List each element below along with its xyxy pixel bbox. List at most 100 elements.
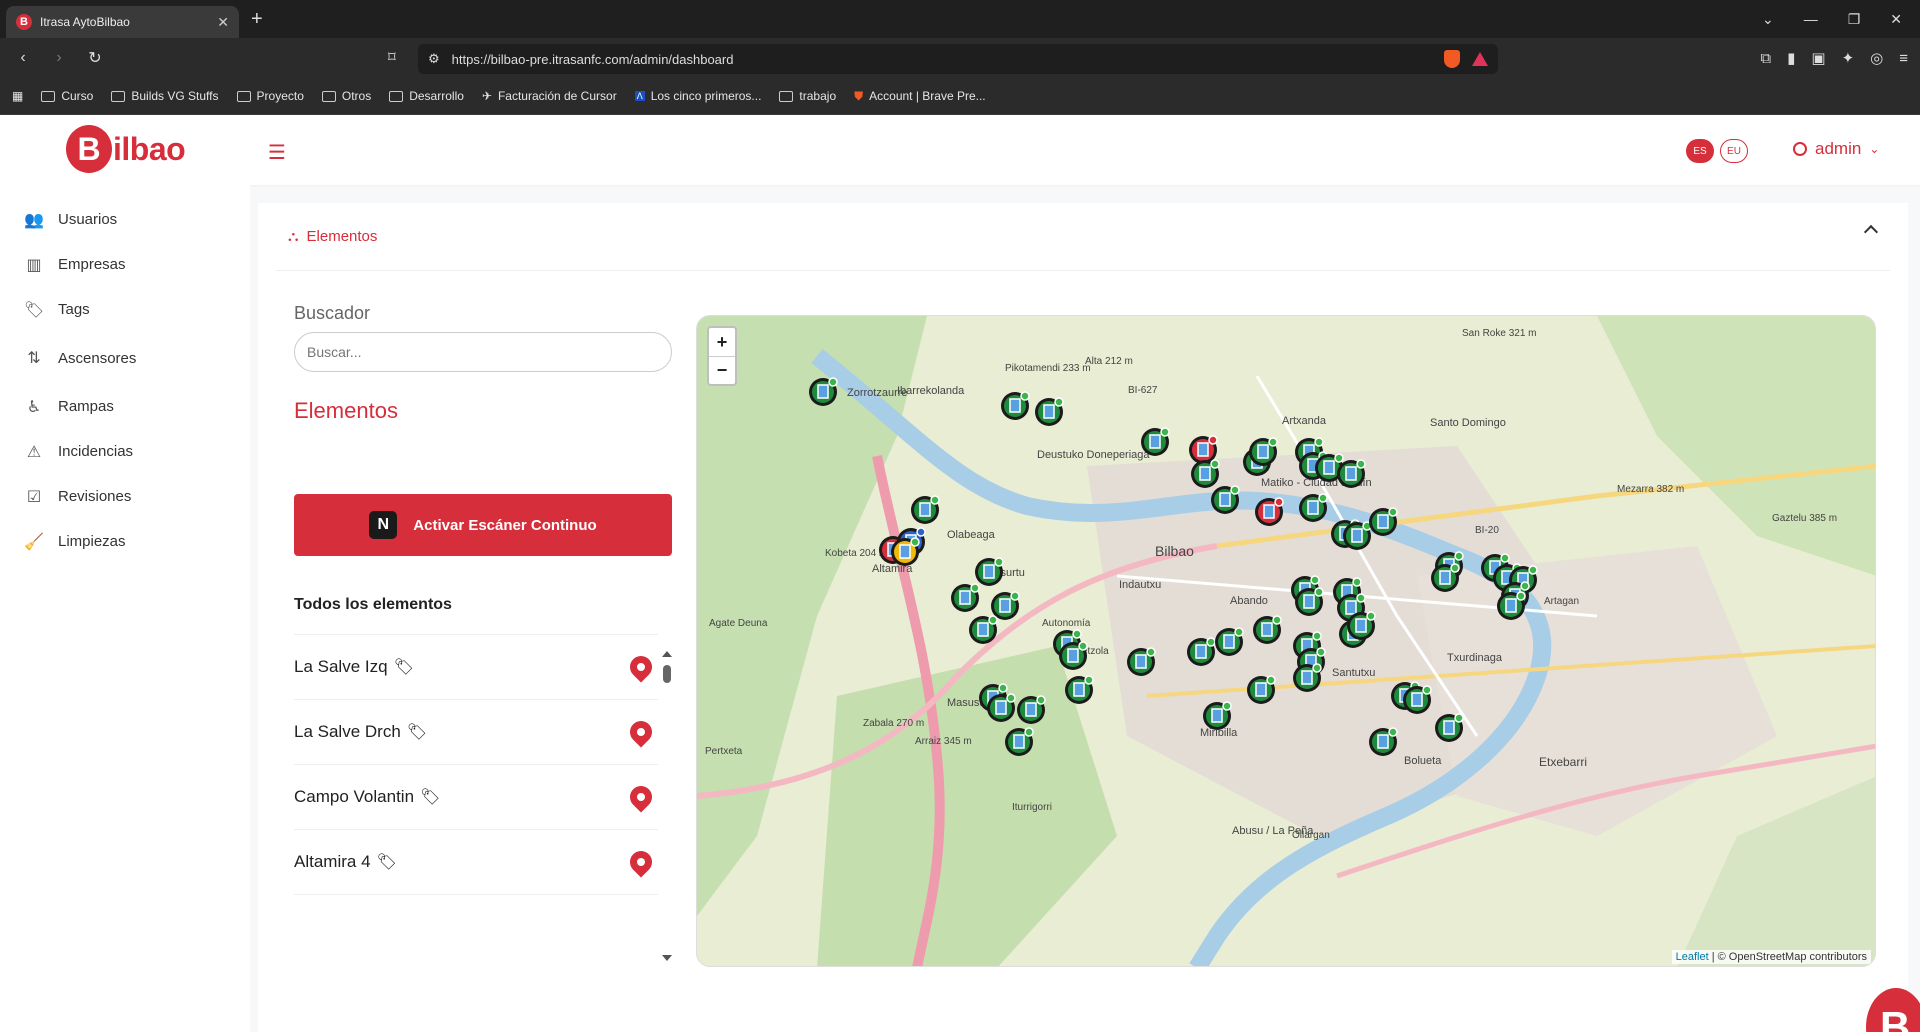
- map-marker[interactable]: [1005, 727, 1034, 756]
- map-pin-icon[interactable]: [625, 846, 657, 878]
- map-marker[interactable]: [1295, 587, 1324, 616]
- continuous-scan-button[interactable]: N Activar Escáner Continuo: [294, 494, 672, 556]
- map-marker[interactable]: [1127, 647, 1156, 676]
- sidebar-item-ascensores[interactable]: ⇅ Ascensores: [0, 332, 250, 384]
- map-marker[interactable]: [951, 583, 980, 612]
- map-marker[interactable]: [1293, 663, 1322, 692]
- list-item[interactable]: La Salve Izq 🏷: [294, 635, 658, 700]
- hamburger-menu-icon[interactable]: ☰: [268, 140, 286, 165]
- browser-tab[interactable]: B Itrasa AytoBilbao ✕: [6, 6, 239, 38]
- map[interactable]: Bilbao Olabeaga Basurtu Indautxu Abando Santu…: [696, 315, 1876, 967]
- sidebar-item-tags[interactable]: 🏷 Tags: [0, 287, 250, 332]
- map-marker[interactable]: [1035, 397, 1064, 426]
- bookmark-item[interactable]: Curso: [41, 89, 93, 103]
- vpn-icon[interactable]: ◎: [1870, 49, 1883, 67]
- map-marker[interactable]: [1059, 641, 1088, 670]
- tab-list-icon[interactable]: ⌄: [1762, 11, 1774, 28]
- map-marker[interactable]: [987, 693, 1016, 722]
- address-bar[interactable]: ⚙ https://bilbao-pre.itrasanfc.com/admin…: [418, 44, 1498, 74]
- search-input[interactable]: [294, 332, 672, 372]
- map-marker[interactable]: [1369, 507, 1398, 536]
- bookmark-item[interactable]: Builds VG Stuffs: [111, 89, 219, 103]
- bookmark-item[interactable]: Desarrollo: [389, 89, 464, 103]
- map-marker[interactable]: [1247, 675, 1276, 704]
- wallet-icon[interactable]: ▣: [1811, 49, 1825, 67]
- map-marker[interactable]: [1249, 437, 1278, 466]
- minimize-icon[interactable]: —: [1804, 11, 1818, 27]
- map-marker[interactable]: [1343, 521, 1372, 550]
- map-marker[interactable]: [1141, 427, 1170, 456]
- map-marker[interactable]: [1255, 497, 1284, 526]
- site-settings-icon[interactable]: ⚙: [428, 51, 440, 67]
- scroll-thumb[interactable]: [663, 665, 671, 683]
- user-menu[interactable]: admin ⌄: [1793, 139, 1879, 159]
- map-marker[interactable]: [1203, 701, 1232, 730]
- sidebar-item-usuarios[interactable]: 👥 Usuarios: [0, 197, 250, 242]
- map-marker[interactable]: [1431, 563, 1460, 592]
- map-marker[interactable]: [1001, 391, 1030, 420]
- map-marker[interactable]: [1211, 485, 1240, 514]
- map-marker[interactable]: [891, 537, 920, 566]
- map-marker[interactable]: [969, 615, 998, 644]
- list-item[interactable]: Altamira 4 🏷: [294, 830, 658, 895]
- sidebar-item-revisiones[interactable]: ☑ Revisiones: [0, 474, 250, 519]
- bookmark-item[interactable]: ✈ Facturación de Cursor: [482, 89, 617, 103]
- scroll-up-icon[interactable]: [662, 651, 672, 657]
- leaflet-link[interactable]: Leaflet: [1676, 951, 1709, 963]
- bookmark-item[interactable]: Otros: [321, 89, 371, 103]
- map-marker[interactable]: [1065, 675, 1094, 704]
- map-marker[interactable]: [1215, 627, 1244, 656]
- list-item[interactable]: La Salve Drch 🏷: [294, 700, 658, 765]
- list-scrollbar[interactable]: [662, 651, 672, 961]
- reload-icon[interactable]: ↻: [84, 48, 106, 68]
- zoom-out-button[interactable]: −: [709, 356, 735, 384]
- collapse-chevron-icon[interactable]: [1863, 224, 1879, 240]
- bookmark-item[interactable]: Λ Los cinco primeros...: [634, 89, 761, 103]
- lang-eu-button[interactable]: EU: [1720, 139, 1748, 163]
- sidebar-toggle-icon[interactable]: ▮: [1787, 49, 1795, 67]
- map-marker[interactable]: [975, 557, 1004, 586]
- extensions-icon[interactable]: ⧉: [1760, 50, 1771, 67]
- map-marker[interactable]: [911, 495, 940, 524]
- map-marker[interactable]: [1347, 611, 1376, 640]
- map-marker[interactable]: [1253, 615, 1282, 644]
- leo-icon[interactable]: ✦: [1842, 49, 1855, 67]
- map-marker[interactable]: [1191, 459, 1220, 488]
- map-pin-icon[interactable]: [625, 781, 657, 813]
- back-icon[interactable]: ‹: [12, 49, 34, 67]
- map-marker[interactable]: [1369, 727, 1398, 756]
- map-marker[interactable]: [1403, 685, 1432, 714]
- apps-icon[interactable]: ▦: [12, 89, 23, 103]
- sidebar-item-limpiezas[interactable]: 🧹 Limpiezas: [0, 519, 250, 564]
- zoom-in-button[interactable]: +: [709, 328, 735, 356]
- brave-shield-icon[interactable]: [1444, 50, 1460, 68]
- bilbao-logo[interactable]: B ilbao: [66, 125, 186, 173]
- close-tab-icon[interactable]: ✕: [217, 14, 229, 31]
- list-item[interactable]: Campo Volantin 🏷: [294, 765, 658, 830]
- map-pin-icon[interactable]: [625, 716, 657, 748]
- map-marker[interactable]: [1337, 459, 1366, 488]
- sidebar-item-incidencias[interactable]: ⚠ Incidencias: [0, 429, 250, 474]
- map-pin-icon[interactable]: [625, 651, 657, 683]
- map-marker[interactable]: [1187, 637, 1216, 666]
- sidebar-item-rampas[interactable]: ♿ Rampas: [0, 384, 250, 429]
- map-marker[interactable]: [1435, 713, 1464, 742]
- forward-icon[interactable]: ›: [48, 49, 70, 67]
- bookmark-page-icon[interactable]: ⌑: [388, 48, 396, 66]
- lang-es-button[interactable]: ES: [1686, 139, 1714, 163]
- bookmark-item[interactable]: trabajo: [779, 89, 836, 103]
- bookmark-item[interactable]: Proyecto: [236, 89, 304, 103]
- close-window-icon[interactable]: ✕: [1890, 11, 1902, 28]
- menu-icon[interactable]: ≡: [1899, 50, 1908, 67]
- bookmark-item[interactable]: ⛊ Account | Brave Pre...: [854, 89, 986, 104]
- map-marker[interactable]: [809, 377, 838, 406]
- map-marker[interactable]: [1017, 695, 1046, 724]
- elementos-card-header[interactable]: ⛬ Elementos: [276, 203, 1890, 271]
- map-marker[interactable]: [1497, 591, 1526, 620]
- restore-icon[interactable]: ❐: [1848, 11, 1861, 28]
- map-canvas[interactable]: BilbaoOlabeagaBasurtuIndautxuAbandoSantu…: [697, 316, 1876, 967]
- map-marker[interactable]: [1299, 493, 1328, 522]
- scroll-down-icon[interactable]: [662, 955, 672, 961]
- brave-rewards-icon[interactable]: [1472, 52, 1488, 66]
- sidebar-item-empresas[interactable]: ▥ Empresas: [0, 242, 250, 287]
